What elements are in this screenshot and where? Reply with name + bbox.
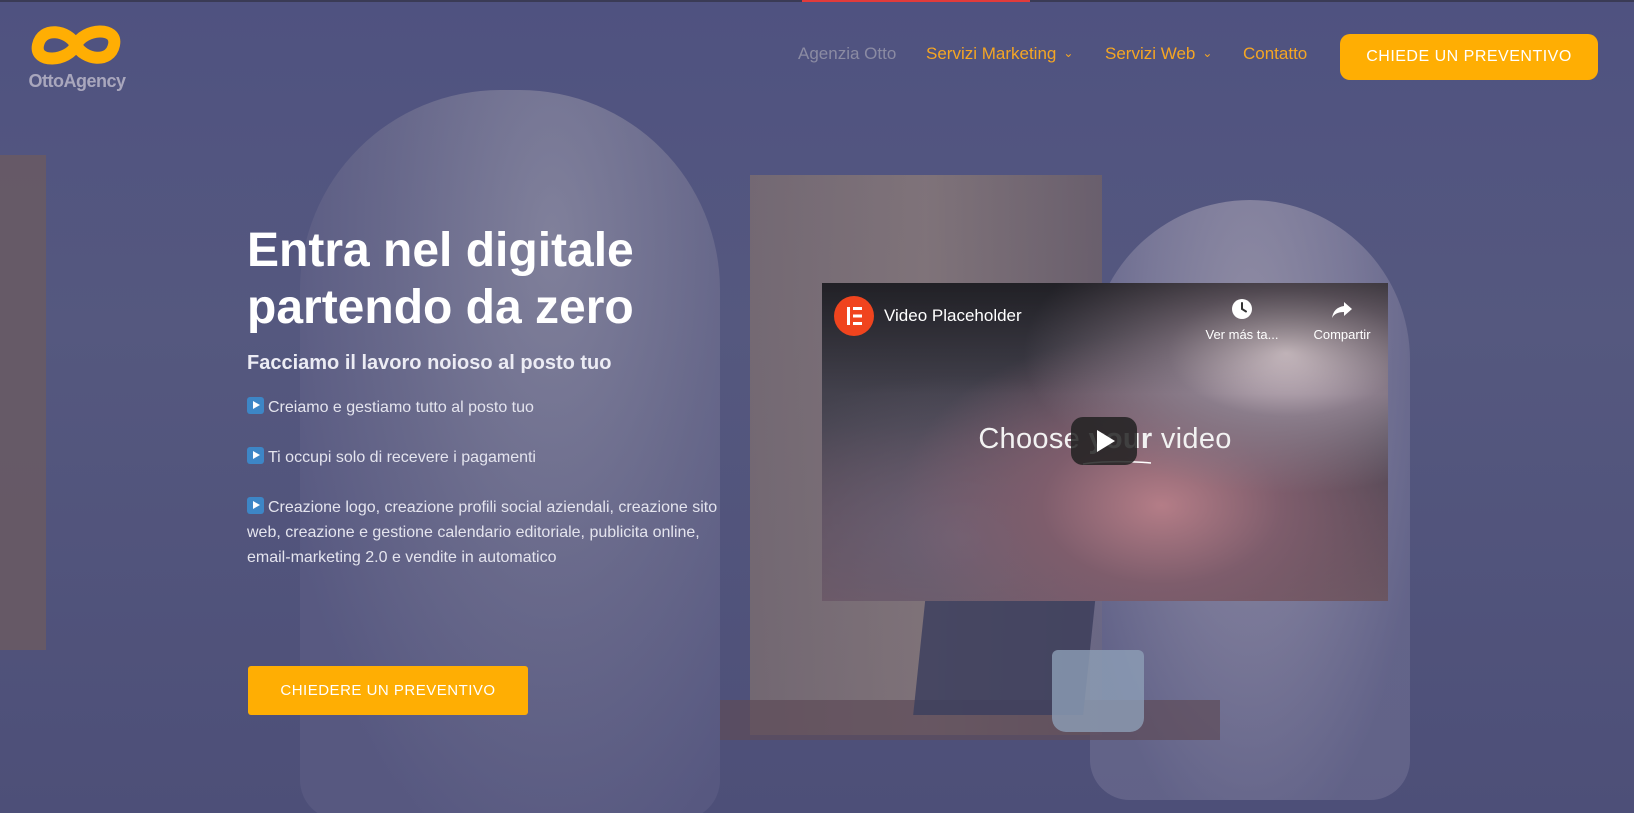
chevron-down-icon: ⌄ [1202,46,1213,60]
hero-title-line-1: Entra nel digitale [247,224,634,277]
play-button-icon[interactable] [1071,417,1137,465]
bullet-text: Creiamo e gestiamo tutto al posto tuo [268,399,534,416]
top-accent-bar [802,0,1030,2]
nav-item-servizi-web[interactable]: Servizi Web ⌄ [1105,44,1212,64]
bullet-text: Creazione logo, creazione profili social… [247,499,718,566]
nav-item-contatto[interactable]: Contatto [1243,44,1307,64]
play-button-icon [247,447,264,464]
video-embed[interactable]: Video Placeholder Ver más ta... Comparti… [822,283,1388,601]
hero-bullet: Ti occupi solo di recevere i pagamenti [247,445,747,470]
hero-background-photo [0,0,1634,813]
background-shelf [0,155,46,650]
bullet-text: Ti occupi solo di recevere i pagamenti [268,449,536,466]
nav-item-label: Servizi Web [1105,44,1196,63]
nav-item-agenzia-otto[interactable]: Agenzia Otto [798,44,896,64]
hero-subtitle: Facciamo il lavoro noioso al posto tuo [247,352,612,374]
share-button[interactable]: Compartir [1297,297,1387,342]
brand-logo[interactable]: OttoAgency [22,20,132,92]
clock-icon [1232,299,1252,319]
share-arrow-icon [1332,302,1352,318]
hero-cta-button[interactable]: CHIEDERE UN PREVENTIVO [248,666,528,715]
infinity-logo-icon [31,25,121,65]
nav-item-label: Servizi Marketing [926,44,1057,63]
video-title[interactable]: Video Placeholder [884,306,1022,326]
watch-later-label: Ver más ta... [1205,327,1279,342]
hero-bullet: Creazione logo, creazione profili social… [247,495,747,570]
hero-title-line-2: partendo da zero [247,281,634,334]
share-label: Compartir [1313,327,1371,342]
watch-later-button[interactable]: Ver más ta... [1197,297,1287,342]
brand-logo-text: OttoAgency [28,71,126,91]
play-button-icon [247,497,264,514]
play-button-icon [247,397,264,414]
elementor-channel-icon[interactable] [834,296,874,336]
background-mug [1052,650,1144,732]
header-cta-button[interactable]: CHIEDE UN PREVENTIVO [1340,34,1598,80]
nav-item-servizi-marketing[interactable]: Servizi Marketing ⌄ [926,44,1073,64]
hero-bullet: Creiamo e gestiamo tutto al posto tuo [247,395,747,420]
overlay-text-part: video [1152,423,1232,455]
hero-title: Entra nel digitale partendo da zero [247,222,727,336]
chevron-down-icon: ⌄ [1063,46,1074,60]
